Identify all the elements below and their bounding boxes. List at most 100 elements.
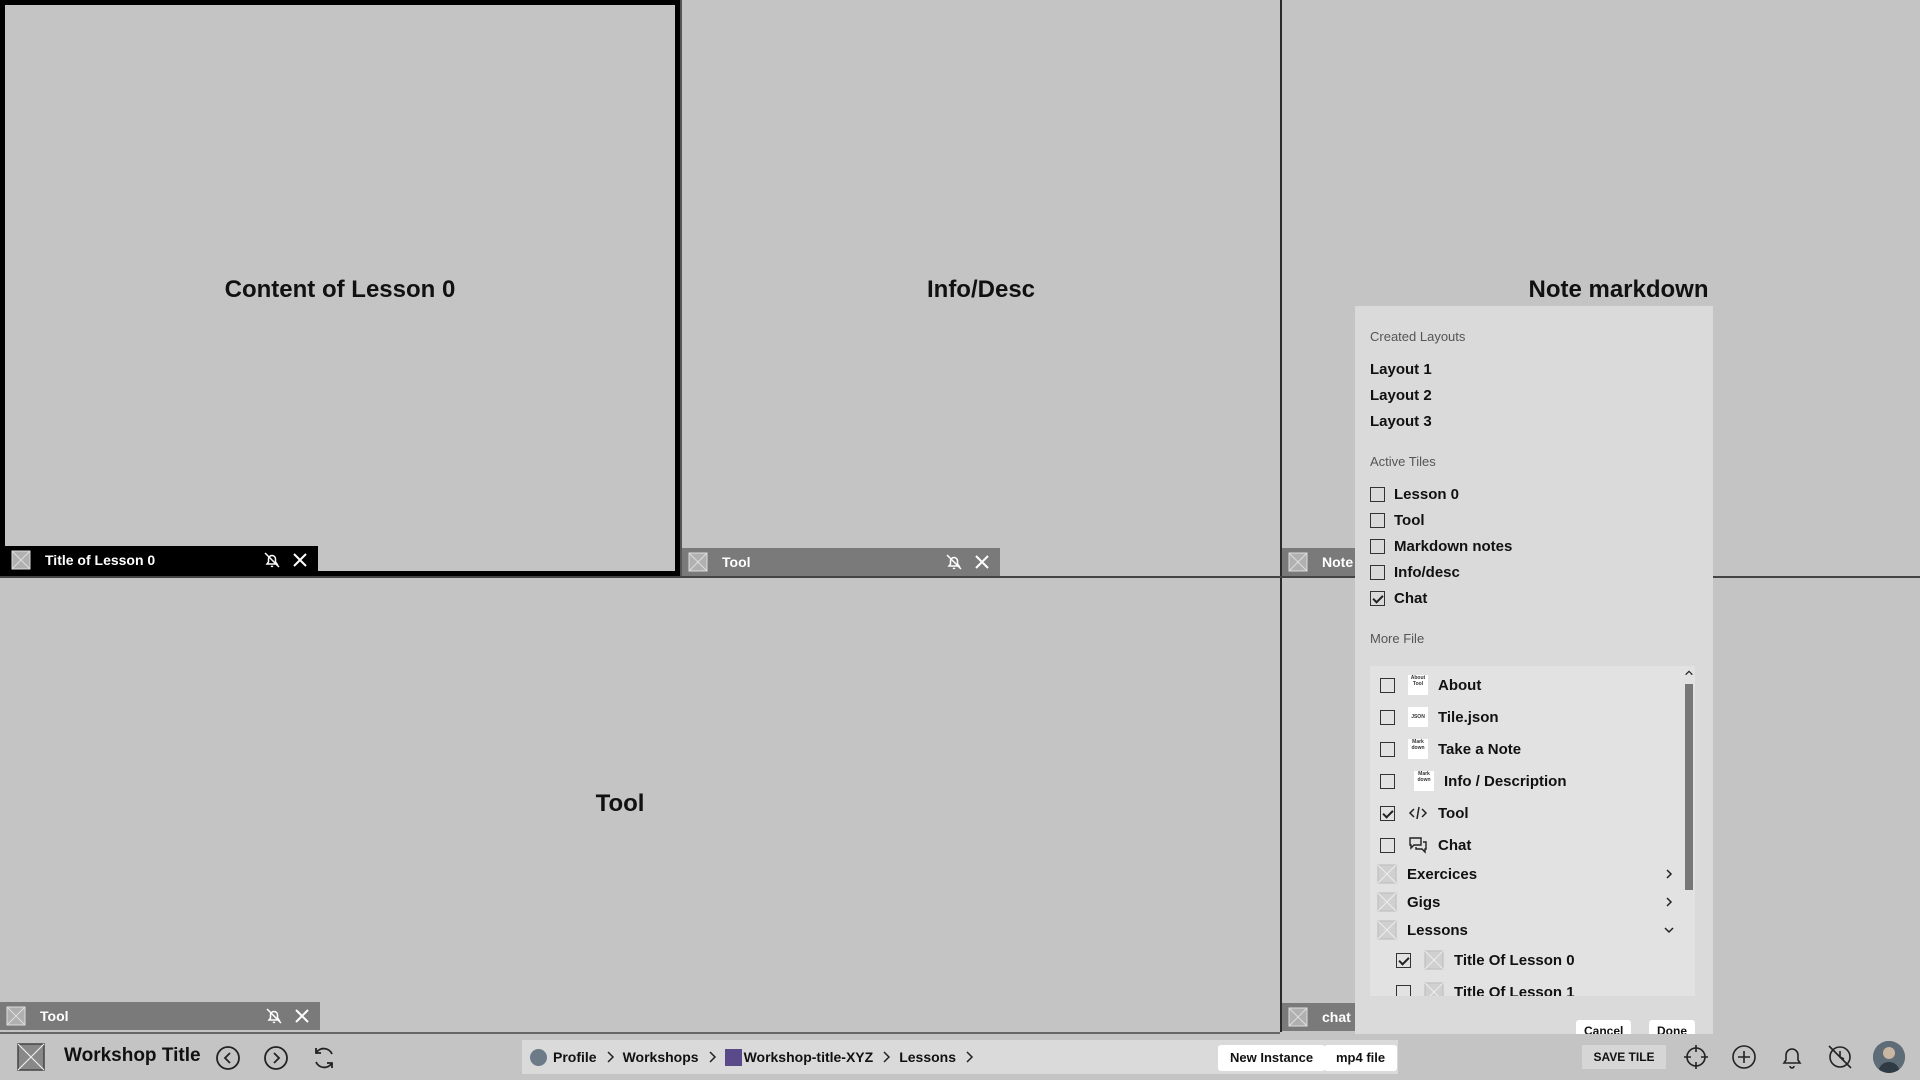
- active-tile-lesson-0[interactable]: Lesson 0: [1370, 486, 1459, 503]
- clock-off-icon[interactable]: [1826, 1043, 1854, 1071]
- code-icon: [1408, 806, 1428, 820]
- close-icon[interactable]: [972, 552, 992, 572]
- crosshair-icon[interactable]: [1682, 1043, 1710, 1071]
- chevron-right-icon[interactable]: [1663, 868, 1675, 880]
- active-tile-markdown-notes[interactable]: Markdown notes: [1370, 538, 1512, 555]
- checkbox[interactable]: [1396, 984, 1411, 996]
- file-row-info-description[interactable]: Mark down Info / Description: [1380, 768, 1675, 794]
- breadcrumb-label: Lessons: [899, 1049, 957, 1065]
- active-tile-label: Chat: [1394, 590, 1428, 607]
- note-tile-bar[interactable]: Note: [1282, 548, 1362, 576]
- add-circle-icon[interactable]: [1730, 1043, 1758, 1071]
- active-tile-label: Info/desc: [1394, 564, 1460, 581]
- created-layouts-heading: Created Layouts: [1370, 329, 1466, 344]
- active-tiles-heading: Active Tiles: [1370, 454, 1436, 469]
- image-placeholder-icon: [11, 550, 31, 570]
- file-row-tile-json[interactable]: JSON Tile.json: [1380, 704, 1675, 730]
- chat-icon: [1409, 837, 1427, 854]
- file-row-about[interactable]: About Tool About: [1380, 672, 1675, 698]
- checkbox-checked[interactable]: [1370, 591, 1385, 606]
- file-row-chat[interactable]: Chat: [1380, 832, 1675, 858]
- scrollbar-thumb[interactable]: [1685, 684, 1693, 890]
- avatar-icon: [1873, 1041, 1905, 1073]
- checkbox[interactable]: [1370, 539, 1385, 554]
- chevron-down-icon[interactable]: [1663, 924, 1675, 936]
- checkbox[interactable]: [1370, 565, 1385, 580]
- checkbox[interactable]: [1380, 709, 1395, 725]
- bell-icon[interactable]: [1778, 1043, 1806, 1071]
- lesson-tile-bar[interactable]: Title of Lesson 0: [5, 546, 318, 574]
- active-tile-label: Tool: [1394, 512, 1425, 529]
- save-tile-button[interactable]: SAVE TILE: [1582, 1045, 1666, 1069]
- chat-tile-bar[interactable]: chat: [1282, 1003, 1362, 1031]
- file-label: Take a Note: [1438, 740, 1522, 758]
- chevron-right-icon: [709, 1051, 716, 1063]
- checkbox[interactable]: [1370, 487, 1385, 502]
- checkbox-checked[interactable]: [1396, 952, 1411, 968]
- scrollbar[interactable]: [1683, 666, 1695, 996]
- checkbox-checked[interactable]: [1380, 805, 1395, 821]
- image-placeholder-icon: [1424, 950, 1444, 970]
- layout-item-3[interactable]: Layout 3: [1370, 413, 1432, 430]
- active-tile-chat[interactable]: Chat: [1370, 590, 1427, 607]
- checkbox[interactable]: [1380, 837, 1395, 853]
- divider-vertical-right: [1280, 0, 1282, 1032]
- markdown-thumb-icon: Mark down: [1414, 771, 1434, 791]
- workshop-logo-icon: [17, 1043, 45, 1071]
- user-avatar[interactable]: [1873, 1041, 1905, 1073]
- close-icon[interactable]: [292, 1006, 312, 1026]
- folder-row-gigs[interactable]: Gigs: [1377, 889, 1675, 915]
- image-placeholder-icon: [1424, 982, 1444, 996]
- forward-icon[interactable]: [262, 1044, 290, 1072]
- file-list[interactable]: About Tool About JSON Tile.json Mark dow…: [1370, 666, 1695, 996]
- layout-item-2[interactable]: Layout 2: [1370, 387, 1432, 404]
- lesson-tile-title: Content of Lesson 0: [224, 276, 456, 303]
- checkbox[interactable]: [1370, 513, 1385, 528]
- note-tile-title: Note markdown: [1528, 276, 1709, 303]
- active-tile-tool[interactable]: Tool: [1370, 512, 1425, 529]
- close-icon[interactable]: [290, 550, 310, 570]
- file-row-tool[interactable]: Tool: [1380, 800, 1675, 826]
- about-tool-thumb-icon: About Tool: [1408, 675, 1428, 695]
- folder-label: Gigs: [1407, 893, 1441, 911]
- profile-avatar-icon: [530, 1048, 547, 1066]
- breadcrumb-lessons[interactable]: Lessons: [899, 1049, 956, 1065]
- lesson-label: Title Of Lesson 0: [1454, 951, 1575, 969]
- info-tile-bar[interactable]: Tool: [682, 548, 1000, 576]
- breadcrumb-profile[interactable]: Profile: [530, 1048, 597, 1066]
- file-row-take-a-note[interactable]: Mark down Take a Note: [1380, 736, 1675, 762]
- chevron-right-icon[interactable]: [1663, 896, 1675, 908]
- info-tile[interactable]: Info/Desc: [682, 0, 1280, 576]
- bell-off-icon[interactable]: [262, 550, 282, 570]
- more-file-heading: More File: [1370, 631, 1425, 646]
- active-tile-info-desc[interactable]: Info/desc: [1370, 564, 1460, 581]
- breadcrumb-workshop-title[interactable]: Workshop-title-XYZ: [724, 1048, 874, 1066]
- chevron-right-icon: [883, 1051, 891, 1063]
- file-label: Info / Description: [1444, 772, 1567, 790]
- chevron-right-icon: [607, 1051, 614, 1063]
- chevron-right-icon: [966, 1051, 974, 1063]
- folder-row-lessons[interactable]: Lessons: [1377, 917, 1675, 943]
- image-placeholder-icon: [688, 552, 708, 572]
- bell-off-icon[interactable]: [264, 1006, 284, 1026]
- lesson-row-1[interactable]: Title Of Lesson 1: [1396, 979, 1675, 996]
- checkbox[interactable]: [1380, 677, 1395, 693]
- checkbox[interactable]: [1380, 773, 1395, 789]
- refresh-icon[interactable]: [310, 1044, 338, 1072]
- tool-tile[interactable]: Tool: [0, 578, 1280, 1032]
- lesson-row-0[interactable]: Title Of Lesson 0: [1396, 947, 1675, 973]
- breadcrumb-label: Workshop-title-XYZ: [743, 1049, 874, 1065]
- active-tile-label: Lesson 0: [1394, 486, 1460, 503]
- breadcrumb-workshops[interactable]: Workshops: [623, 1049, 699, 1065]
- tool-tile-bar[interactable]: Tool: [0, 1002, 320, 1030]
- scroll-up-icon[interactable]: [1684, 668, 1694, 678]
- active-tile-label: Markdown notes: [1394, 538, 1513, 555]
- folder-row-exercices[interactable]: Exercices: [1377, 861, 1675, 887]
- lesson-tile[interactable]: Content of Lesson 0: [0, 0, 680, 576]
- mp4-file-button[interactable]: mp4 file: [1324, 1045, 1398, 1071]
- checkbox[interactable]: [1380, 741, 1395, 757]
- new-instance-button[interactable]: New Instance: [1218, 1045, 1326, 1071]
- bell-off-icon[interactable]: [944, 552, 964, 572]
- layout-item-1[interactable]: Layout 1: [1370, 361, 1432, 378]
- back-icon[interactable]: [214, 1044, 242, 1072]
